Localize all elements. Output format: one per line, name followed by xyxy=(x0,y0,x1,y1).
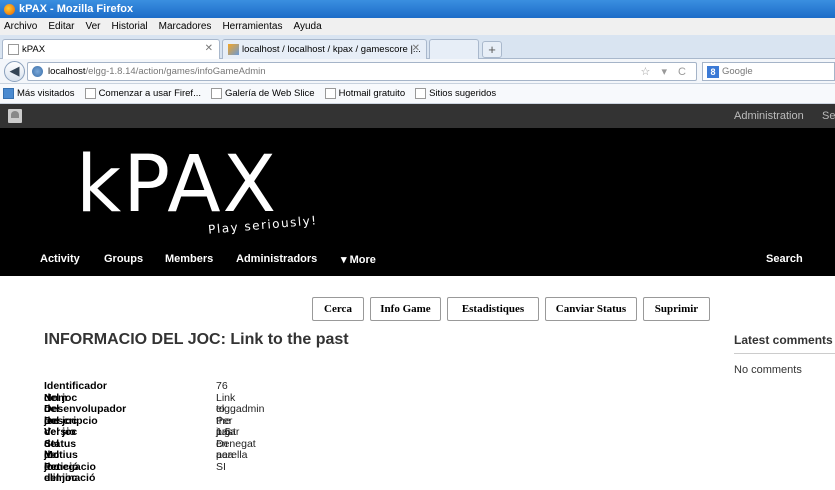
administration-link[interactable]: Administration xyxy=(734,110,804,122)
menu-ver[interactable]: Ver xyxy=(85,21,100,32)
site-header: kPAX Play seriously! Activity Groups Mem… xyxy=(0,128,835,276)
window-titlebar: kPAX - Mozilla Firefox xyxy=(0,0,835,18)
url-host: localhost xyxy=(48,66,86,77)
info-value: 76 xyxy=(216,380,228,392)
bookmark-label: Más visitados xyxy=(17,88,75,99)
bookmarks-toolbar: Más visitados Comenzar a usar Firef... G… xyxy=(0,84,835,104)
nav-activity[interactable]: Activity xyxy=(40,253,80,265)
elgg-topbar: Administration Se xyxy=(0,104,835,128)
cerca-button[interactable]: Cerca xyxy=(312,297,364,321)
nav-groups[interactable]: Groups xyxy=(104,253,143,265)
menu-editar[interactable]: Editar xyxy=(48,21,74,32)
site-logo[interactable]: kPAX xyxy=(76,146,278,224)
bookmark-label: Comenzar a usar Firef... xyxy=(98,88,201,99)
search-placeholder: Google xyxy=(722,66,753,77)
suprimir-button[interactable]: Suprimir xyxy=(643,297,710,321)
menu-marcadores[interactable]: Marcadores xyxy=(159,21,212,32)
bookmark-label: Sitios sugeridos xyxy=(429,88,497,99)
menu-ayuda[interactable]: Ayuda xyxy=(293,21,321,32)
tab-phpmyadmin[interactable]: localhost / localhost / kpax / gamescore… xyxy=(222,39,427,59)
window-title: kPAX - Mozilla Firefox xyxy=(19,3,134,15)
address-bar[interactable]: localhost /elgg-1.8.14/action/games/info… xyxy=(27,62,697,81)
blank-page-icon xyxy=(415,88,427,99)
bookmark-hotmail[interactable]: Hotmail gratuito xyxy=(324,88,406,99)
info-value: elggadmin xyxy=(216,403,265,415)
globe-icon xyxy=(32,66,43,77)
info-game-button[interactable]: Info Game xyxy=(370,297,441,321)
menu-archivo[interactable]: Archivo xyxy=(4,21,37,32)
search-input[interactable]: 8 Google xyxy=(702,62,835,81)
bookmark-label: Galería de Web Slice xyxy=(224,88,315,99)
bookmark-label: Hotmail gratuito xyxy=(338,88,406,99)
menu-herramientas[interactable]: Herramientas xyxy=(222,21,282,32)
close-tab-icon[interactable]: ✕ xyxy=(205,43,213,54)
latest-comments-body: No comments xyxy=(734,364,802,376)
info-key: Petició eliminació xyxy=(44,460,96,484)
latest-comments-heading: Latest comments xyxy=(734,333,833,347)
page-title: INFORMACIO DEL JOC: Link to the past xyxy=(44,331,349,348)
menu-bar: Archivo Editar Ver Historial Marcadores … xyxy=(0,18,835,35)
main-nav: Activity Groups Members Administradors ▾… xyxy=(0,253,835,271)
tab-kpax[interactable]: kPAX ✕ xyxy=(2,39,220,59)
tab-bar: kPAX ✕ localhost / localhost / kpax / ga… xyxy=(0,35,835,59)
nav-members[interactable]: Members xyxy=(165,253,213,265)
tab-google[interactable] xyxy=(429,39,479,59)
close-tab-icon[interactable]: ✕ xyxy=(412,43,420,54)
back-arrow-icon[interactable]: ◀ xyxy=(4,61,25,82)
nav-more[interactable]: ▾ More xyxy=(341,253,376,266)
menu-historial[interactable]: Historial xyxy=(112,21,148,32)
elgg-logo-icon[interactable] xyxy=(8,109,22,123)
bookmark-star-icon[interactable]: ☆ ▾ C xyxy=(641,65,690,78)
estadistiques-button[interactable]: Estadistiques xyxy=(447,297,539,321)
nav-search[interactable]: Search xyxy=(766,253,803,265)
new-tab-button[interactable]: + xyxy=(482,41,502,58)
navigation-bar: ◀ localhost /elgg-1.8.14/action/games/in… xyxy=(0,59,835,84)
bookmark-web-slice[interactable]: Galería de Web Slice xyxy=(210,88,315,99)
bookmark-comenzar[interactable]: Comenzar a usar Firef... xyxy=(84,88,201,99)
bookmark-mas-visitados[interactable]: Más visitados xyxy=(3,88,75,99)
firefox-logo-icon xyxy=(4,3,15,15)
bookmark-folder-icon xyxy=(3,88,14,99)
blank-page-icon xyxy=(324,88,336,99)
info-value: 1.5 xyxy=(216,426,231,438)
nav-administradors[interactable]: Administradors xyxy=(236,253,317,265)
canviar-status-button[interactable]: Canviar Status xyxy=(545,297,637,321)
blank-page-icon xyxy=(8,44,19,55)
blank-page-icon xyxy=(210,88,222,99)
url-path: /elgg-1.8.14/action/games/infoGameAdmin xyxy=(85,66,266,77)
phpmyadmin-icon xyxy=(228,44,239,55)
google-search-icon: 8 xyxy=(707,65,719,78)
tab-label: kPAX xyxy=(22,44,46,55)
sidebar-divider xyxy=(734,353,835,354)
info-value: SI xyxy=(216,460,226,473)
bookmark-sitios[interactable]: Sitios sugeridos xyxy=(415,88,496,99)
blank-page-icon xyxy=(84,88,96,99)
info-value: aea xyxy=(216,449,234,461)
settings-link[interactable]: Se xyxy=(822,110,835,122)
tab-label: localhost / localhost / kpax / gamescore… xyxy=(242,44,421,55)
